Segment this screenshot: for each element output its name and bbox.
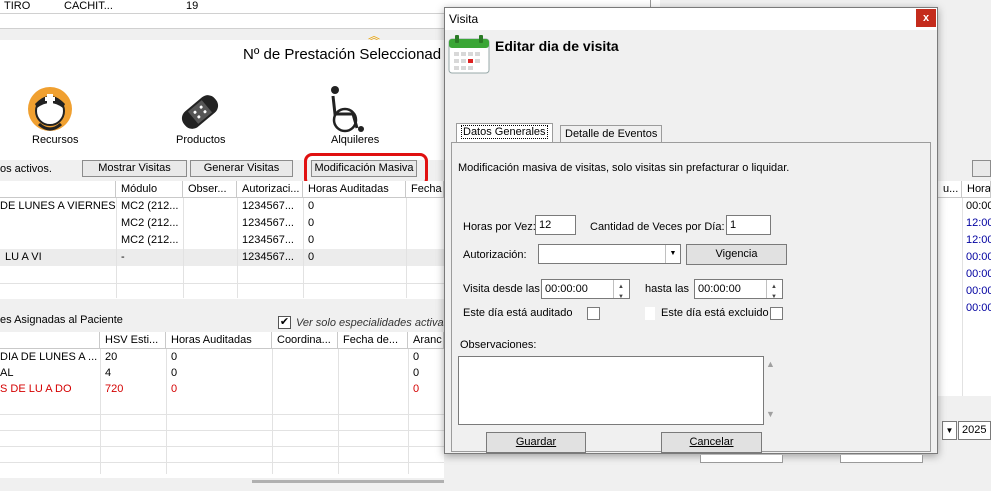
especialidades-label: es Asignadas al Paciente	[0, 314, 123, 326]
column-header[interactable]: Fecha de...	[338, 332, 408, 349]
activos-label: os activos.	[0, 163, 52, 175]
table-row[interactable]: AL 4 0 0	[0, 365, 444, 381]
top-cell: CACHIT...	[64, 0, 113, 12]
close-button[interactable]: x	[916, 9, 936, 27]
horizontal-scrollbar[interactable]	[252, 480, 444, 483]
vigencia-button[interactable]: Vigencia	[686, 244, 787, 265]
year-field[interactable]: 2025	[958, 421, 991, 440]
column-header[interactable]: Fecha	[406, 181, 444, 198]
tab-content: Modificación masiva de visitas, solo vis…	[451, 142, 931, 453]
hasta-label: hasta las	[645, 283, 690, 295]
horas-por-vez-input[interactable]: 12	[535, 215, 576, 235]
especialidades-grid: HSV Esti... Horas Auditadas Coordina... …	[0, 332, 444, 478]
cantidad-input[interactable]: 1	[726, 215, 771, 235]
visita-desde-label: Visita desde las	[463, 283, 540, 295]
auditado-checkbox[interactable]	[587, 307, 600, 320]
dialog-titlebar[interactable]: Visita x	[445, 8, 937, 30]
column-header[interactable]: Aranc	[408, 332, 444, 349]
table-row[interactable]: S DE LU A DO 720 0 0	[0, 381, 444, 397]
cancelar-button[interactable]: Cancelar	[661, 432, 762, 453]
alquileres-label[interactable]: Alquileres	[331, 134, 379, 146]
excluido-checkbox[interactable]	[770, 307, 783, 320]
column-header[interactable]: Coordina...	[272, 332, 338, 349]
prestacion-title: Nº de Prestación Seleccionad	[243, 46, 442, 63]
autorizacion-label: Autorización:	[463, 249, 527, 261]
chevron-down-icon[interactable]: ▼	[665, 245, 680, 263]
recursos-label[interactable]: Recursos	[32, 134, 78, 146]
right-button[interactable]	[972, 160, 991, 177]
hasta-input[interactable]: 00:00:00	[694, 278, 783, 306]
excluido-label: Este día está excluido	[661, 307, 769, 319]
generar-visitas-button[interactable]: Generar Visitas	[190, 160, 293, 177]
column-header[interactable]: Autorizaci...	[237, 181, 303, 198]
guardar-button[interactable]: Guardar	[486, 432, 586, 453]
mostrar-visitas-button[interactable]: Mostrar Visitas	[82, 160, 187, 177]
tab-datos-generales[interactable]: Datos Generales	[456, 123, 553, 143]
splitter[interactable]: ︽	[0, 28, 444, 43]
column-header[interactable]: Obser...	[183, 181, 237, 198]
column-header[interactable]: HSV Esti...	[100, 332, 166, 349]
column-header[interactable]: Horas Auditadas	[303, 181, 406, 198]
scroll-down-icon[interactable]: ▼	[766, 409, 775, 419]
dialog-header: Editar dia de visita	[495, 38, 619, 54]
nurse-icon[interactable]	[25, 84, 75, 134]
time-spinner[interactable]	[766, 278, 782, 306]
auditado-label: Este día está auditado	[463, 307, 573, 319]
visitas-grid: Módulo Obser... Autorizaci... Horas Audi…	[0, 181, 444, 302]
bandage-icon[interactable]	[177, 90, 223, 134]
autorizacion-select[interactable]	[538, 244, 681, 264]
ver-solo-checkbox[interactable]: ✔	[278, 316, 291, 329]
horas-por-vez-label: Horas por Vez:	[463, 221, 536, 233]
top-cell: 19	[186, 0, 199, 12]
column-header[interactable]: Módulo	[116, 181, 183, 198]
observaciones-textarea[interactable]	[458, 356, 764, 425]
chevron-down-icon[interactable]: ▼	[942, 421, 957, 440]
ver-solo-label[interactable]: Ver solo especialidades activas	[296, 317, 449, 329]
calendar-icon	[447, 33, 491, 75]
dialog-title: Visita	[449, 12, 479, 26]
tab-detalle-eventos[interactable]: Detalle de Eventos	[560, 125, 663, 143]
table-row[interactable]: MC2 (212... 1234567... 0	[0, 215, 444, 232]
prestacion-panel: Nº de Prestación Seleccionad Recursos Pr…	[0, 40, 444, 160]
visita-desde-input[interactable]: 00:00:00	[541, 278, 630, 306]
wheelchair-icon[interactable]	[327, 84, 367, 134]
observaciones-label: Observaciones:	[460, 339, 537, 351]
time-spinner[interactable]	[613, 278, 629, 306]
scroll-up-icon[interactable]: ▲	[766, 359, 775, 369]
table-row[interactable]: DE LUNES A VIERNES MC2 (212... 1234567..…	[0, 198, 444, 215]
visita-dialog: Visita x Editar dia de visita Datos Gene…	[444, 7, 938, 454]
table-row[interactable]: DIA DE LUNES A ... 20 0 0	[0, 349, 444, 365]
right-grid: u... Hora 00:00 12:00 12:00 00:00 00:00 …	[938, 181, 991, 396]
cantidad-label: Cantidad de Veces por Día:	[590, 221, 725, 233]
description-text: Modificación masiva de visitas, solo vis…	[458, 162, 790, 174]
column-header[interactable]: Horas Auditadas	[166, 332, 272, 349]
top-cell: TIRO	[4, 0, 31, 12]
table-row[interactable]: LU A VI - 1234567... 0	[0, 249, 444, 266]
productos-label[interactable]: Productos	[176, 134, 226, 146]
table-row[interactable]: MC2 (212... 1234567... 0	[0, 232, 444, 249]
